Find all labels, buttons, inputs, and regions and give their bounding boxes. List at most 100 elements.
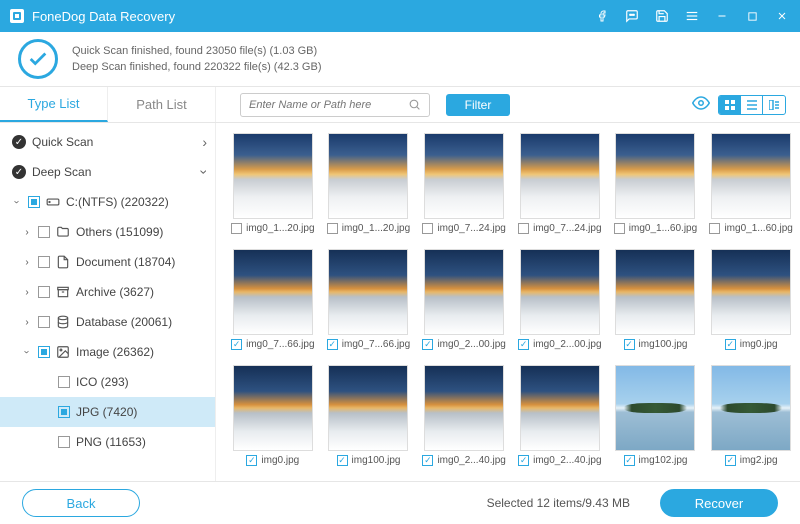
feedback-icon[interactable] xyxy=(624,8,640,24)
file-checkbox[interactable]: ✓ xyxy=(624,455,635,466)
file-thumbnail[interactable] xyxy=(520,133,600,219)
file-checkbox[interactable]: ✓ xyxy=(327,223,338,234)
file-thumbnail[interactable] xyxy=(520,249,600,335)
file-card[interactable]: ✓img102.jpg xyxy=(609,365,703,475)
file-card[interactable]: ✓img0_2...00.jpg xyxy=(513,249,607,359)
file-thumbnail[interactable] xyxy=(711,365,791,451)
search-input-wrapper[interactable] xyxy=(240,93,430,117)
file-name: img0_7...24.jpg xyxy=(533,223,601,234)
menu-icon[interactable] xyxy=(684,8,700,24)
close-icon[interactable] xyxy=(774,8,790,24)
file-thumbnail[interactable] xyxy=(615,133,695,219)
file-checkbox[interactable]: ✓ xyxy=(614,223,625,234)
file-card[interactable]: ✓img0.jpg xyxy=(704,249,798,359)
tab-type-list[interactable]: Type List xyxy=(0,87,108,122)
file-card[interactable]: ✓img0_1...60.jpg xyxy=(704,133,798,243)
file-thumbnail[interactable] xyxy=(424,133,504,219)
checkbox-icon[interactable] xyxy=(58,406,70,418)
checkbox-icon[interactable] xyxy=(38,256,50,268)
file-card[interactable]: ✓ img100.jpg xyxy=(609,249,703,359)
file-checkbox[interactable]: ✓ xyxy=(327,339,338,350)
file-thumbnail[interactable] xyxy=(711,249,791,335)
view-detail-icon[interactable] xyxy=(763,96,785,114)
sidebar-image[interactable]: › Image (26362) xyxy=(0,337,215,367)
checkbox-icon[interactable] xyxy=(58,376,70,388)
file-checkbox[interactable]: ✓ xyxy=(231,339,242,350)
file-card[interactable]: ✓ img0_7...24.jpg xyxy=(513,133,607,243)
view-grid-icon[interactable] xyxy=(719,96,741,114)
checkbox-icon[interactable] xyxy=(38,346,50,358)
file-card[interactable]: ✓img0_7...66.jpg xyxy=(322,249,416,359)
file-thumbnail[interactable] xyxy=(233,249,313,335)
file-card[interactable]: ✓img0_2...40.jpg xyxy=(513,365,607,475)
file-checkbox[interactable]: ✓ xyxy=(422,223,433,234)
checkbox-icon[interactable] xyxy=(58,436,70,448)
sidebar-quick-scan[interactable]: ✓ Quick Scan › xyxy=(0,127,215,157)
filter-button[interactable]: Filter xyxy=(446,94,510,116)
file-thumbnail[interactable] xyxy=(424,249,504,335)
file-card[interactable]: ✓img0.jpg xyxy=(226,365,320,475)
sidebar-document[interactable]: › Document (18704) xyxy=(0,247,215,277)
file-card[interactable]: ✓ img0_2...00.jpg xyxy=(417,249,511,359)
search-input[interactable] xyxy=(249,99,408,111)
scan-complete-icon xyxy=(18,39,58,79)
file-checkbox[interactable]: ✓ xyxy=(709,223,720,234)
file-card[interactable]: ✓img0_1...20.jpg xyxy=(322,133,416,243)
sidebar-png[interactable]: PNG (11653) xyxy=(0,427,215,457)
file-card[interactable]: ✓img0_7...24.jpg xyxy=(417,133,511,243)
preview-icon[interactable] xyxy=(692,94,710,115)
file-card[interactable]: ✓img0_1...20.jpg xyxy=(226,133,320,243)
file-thumbnail[interactable] xyxy=(615,365,695,451)
file-checkbox[interactable]: ✓ xyxy=(624,339,635,350)
sidebar-deep-scan[interactable]: ✓ Deep Scan › xyxy=(0,157,215,187)
sidebar-label: JPG (7420) xyxy=(76,405,137,419)
file-card[interactable]: ✓img0_1...60.jpg xyxy=(609,133,703,243)
file-name: img0_2...00.jpg xyxy=(437,339,505,350)
sidebar-ico[interactable]: ICO (293) xyxy=(0,367,215,397)
file-checkbox[interactable]: ✓ xyxy=(422,339,433,350)
sidebar-drive[interactable]: › C:(NTFS) (220322) xyxy=(0,187,215,217)
file-checkbox[interactable]: ✓ xyxy=(422,455,433,466)
file-name: img100.jpg xyxy=(639,339,688,350)
file-thumbnail[interactable] xyxy=(711,133,791,219)
file-card[interactable]: ✓img0_7...66.jpg xyxy=(226,249,320,359)
checkbox-icon[interactable] xyxy=(38,226,50,238)
file-thumbnail[interactable] xyxy=(328,249,408,335)
file-card[interactable]: ✓img2.jpg xyxy=(704,365,798,475)
file-checkbox[interactable]: ✓ xyxy=(725,455,736,466)
database-icon xyxy=(56,315,70,329)
sidebar-archive[interactable]: › Archive (3627) xyxy=(0,277,215,307)
sidebar-label: Others (151099) xyxy=(76,225,163,239)
file-thumbnail[interactable] xyxy=(328,133,408,219)
checkbox-icon[interactable] xyxy=(38,316,50,328)
file-checkbox[interactable]: ✓ xyxy=(518,455,529,466)
tab-path-list[interactable]: Path List xyxy=(108,87,216,122)
view-list-icon[interactable] xyxy=(741,96,763,114)
file-checkbox[interactable]: ✓ xyxy=(518,223,529,234)
selection-status: Selected 12 items/9.43 MB xyxy=(487,496,630,510)
sidebar-jpg[interactable]: JPG (7420) xyxy=(0,397,215,427)
file-thumbnail[interactable] xyxy=(233,133,313,219)
file-checkbox[interactable]: ✓ xyxy=(725,339,736,350)
file-card[interactable]: ✓img0_2...40.jpg xyxy=(417,365,511,475)
file-checkbox[interactable]: ✓ xyxy=(518,339,529,350)
facebook-icon[interactable] xyxy=(594,8,610,24)
file-checkbox[interactable]: ✓ xyxy=(337,455,348,466)
save-icon[interactable] xyxy=(654,8,670,24)
file-checkbox[interactable]: ✓ xyxy=(231,223,242,234)
file-thumbnail[interactable] xyxy=(233,365,313,451)
maximize-icon[interactable] xyxy=(744,8,760,24)
file-thumbnail[interactable] xyxy=(520,365,600,451)
checkbox-icon[interactable] xyxy=(38,286,50,298)
file-thumbnail[interactable] xyxy=(424,365,504,451)
file-thumbnail[interactable] xyxy=(615,249,695,335)
checkbox-icon[interactable] xyxy=(28,196,40,208)
sidebar-database[interactable]: › Database (20061) xyxy=(0,307,215,337)
sidebar-others[interactable]: › Others (151099) xyxy=(0,217,215,247)
file-card[interactable]: ✓img100.jpg xyxy=(322,365,416,475)
back-button[interactable]: Back xyxy=(22,489,140,517)
minimize-icon[interactable] xyxy=(714,8,730,24)
file-thumbnail[interactable] xyxy=(328,365,408,451)
file-checkbox[interactable]: ✓ xyxy=(246,455,257,466)
recover-button[interactable]: Recover xyxy=(660,489,778,517)
